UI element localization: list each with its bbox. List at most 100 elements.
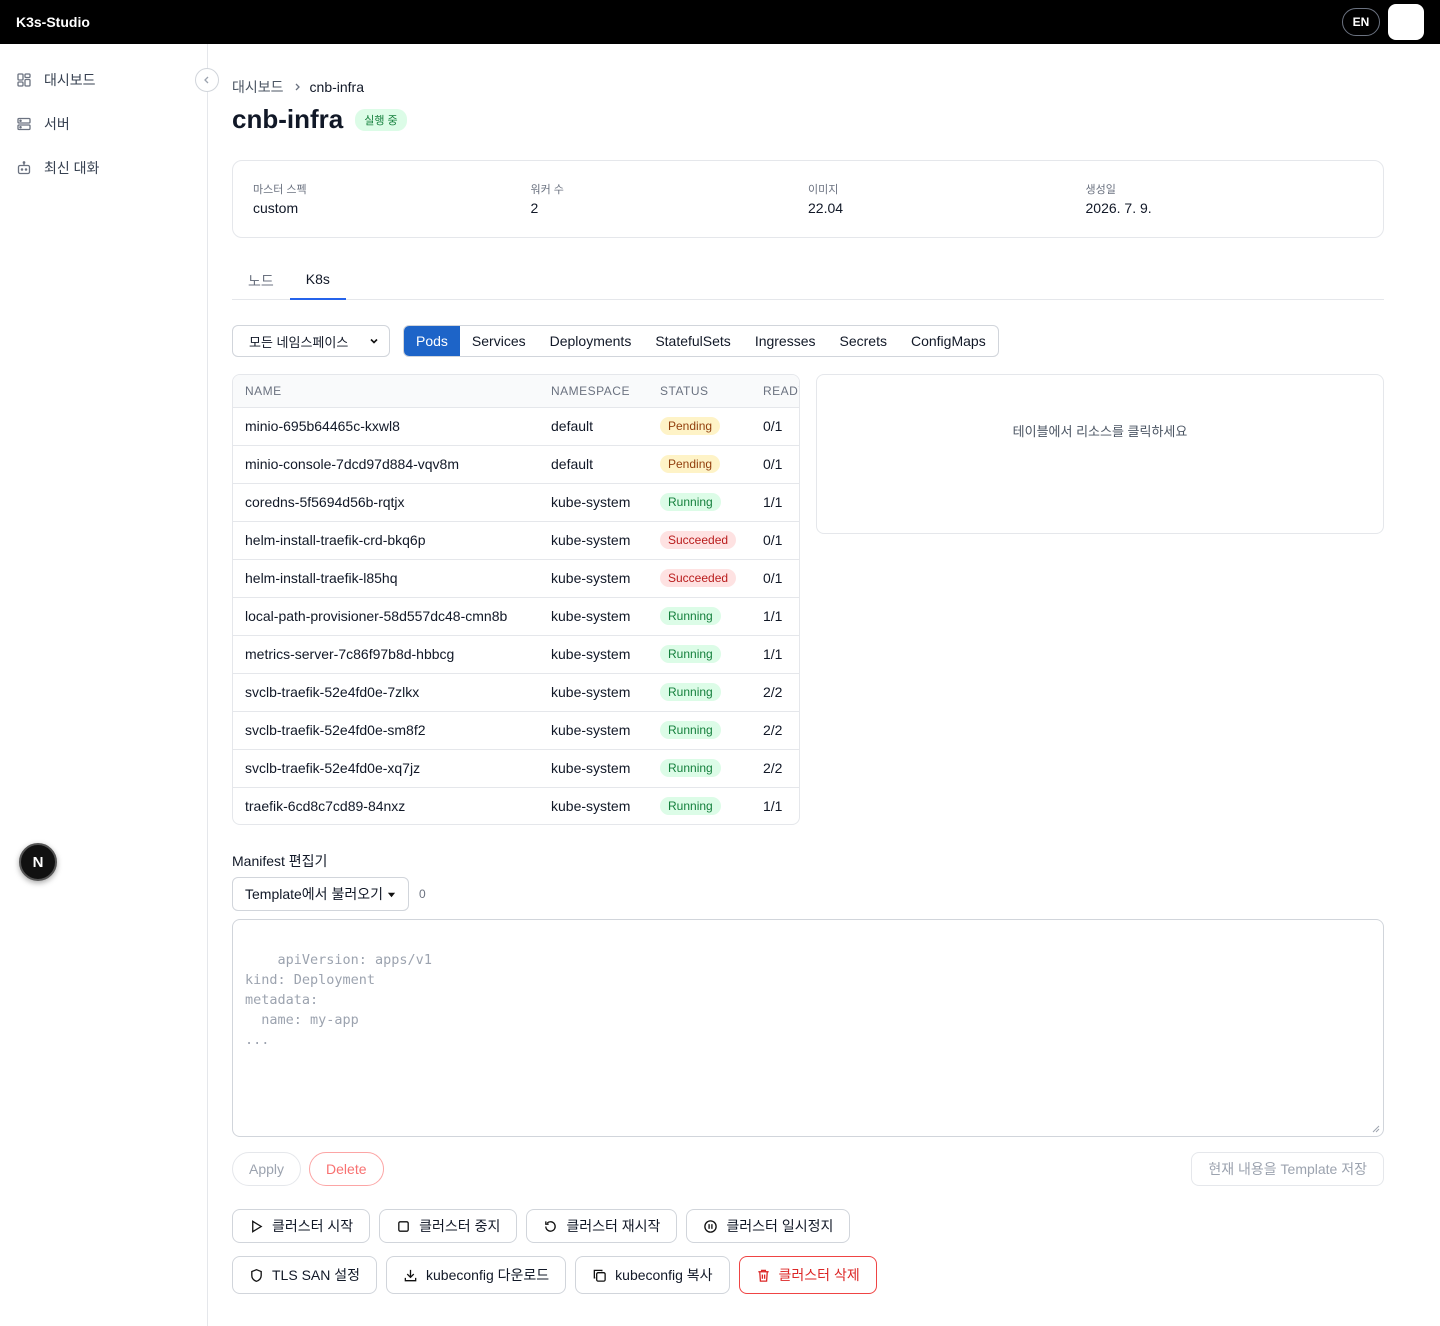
pod-status-cell: Running: [648, 710, 751, 749]
sidebar-item-server[interactable]: 서버: [0, 102, 207, 146]
pod-ready: 1/1: [751, 634, 799, 673]
resource-detail-panel: 테이블에서 리소스를 클릭하세요: [816, 374, 1384, 534]
status-badge: Running: [660, 645, 721, 663]
table-row[interactable]: traefik-6cd8c7cd89-84nxz kube-system Runni…: [233, 786, 799, 824]
breadcrumb: 대시보드 cnb-infra: [232, 77, 364, 97]
language-toggle-button[interactable]: EN: [1342, 8, 1380, 36]
dashboard-icon: [17, 73, 31, 87]
pod-status-cell: Pending: [648, 444, 751, 483]
pod-ready: 1/1: [751, 482, 799, 521]
copy-icon: [593, 1269, 606, 1282]
save-as-template-button[interactable]: 현재 내용을 Template 저장: [1191, 1152, 1384, 1186]
column-header-namespace[interactable]: NAMESPACE: [539, 375, 648, 407]
sidebar-item-label: 서버: [44, 116, 70, 132]
info-label: 마스터 스펙: [253, 184, 307, 196]
resource-tab-statefulsets[interactable]: StatefulSets: [643, 326, 743, 356]
column-header-ready[interactable]: READY: [751, 375, 799, 407]
chevron-left-icon: [204, 76, 209, 84]
table-row[interactable]: helm-install-traefik-l85hq kube-system Suc…: [233, 558, 799, 597]
load-template-label: Template에서 불러오기: [245, 886, 383, 902]
button-label: 클러스터 시작: [272, 1218, 354, 1234]
manifest-textarea[interactable]: apiVersion: apps/v1 kind: Deployment met…: [232, 919, 1384, 1137]
pods-table: NAME NAMESPACE STATUS READY minio-695b64…: [233, 375, 799, 824]
info-label: 워커 수: [530, 184, 564, 196]
cluster-stop-button[interactable]: 클러스터 중지: [379, 1209, 518, 1243]
column-header-name[interactable]: NAME: [233, 375, 539, 407]
cluster-restart-button[interactable]: 클러스터 재시작: [526, 1209, 678, 1243]
table-row[interactable]: svclb-traefik-52e4fd0e-7zlkx kube-system R…: [233, 672, 799, 711]
kubeconfig-copy-button[interactable]: kubeconfig 복사: [575, 1256, 730, 1294]
floating-n-badge[interactable]: N: [19, 843, 57, 881]
pod-ready: 0/1: [751, 444, 799, 483]
pod-status-cell: Running: [648, 482, 751, 521]
tab-nodes[interactable]: 노드: [232, 263, 290, 300]
table-row[interactable]: svclb-traefik-52e4fd0e-sm8f2 kube-system R…: [233, 710, 799, 749]
manifest-action-row: Apply Delete 현재 내용을 Template 저장: [232, 1152, 1384, 1186]
status-badge: Running: [660, 721, 721, 739]
pod-name: svclb-traefik-52e4fd0e-7zlkx: [233, 672, 539, 711]
detail-placeholder: 테이블에서 리소스를 클릭하세요: [1012, 424, 1188, 439]
cluster-delete-button[interactable]: 클러스터 삭제: [738, 1256, 877, 1294]
pod-status-cell: Running: [648, 596, 751, 635]
status-badge: Succeeded: [660, 531, 737, 549]
table-row[interactable]: metrics-server-7c86f97b8d-hbbcg kube-syst…: [233, 634, 799, 673]
table-row[interactable]: minio-695b64465c-kxwl8 default Pending 0/1: [233, 406, 799, 445]
pod-ready: 2/2: [751, 672, 799, 711]
apply-button[interactable]: Apply: [232, 1152, 302, 1186]
info-value: 2: [530, 200, 539, 216]
page-title: cnb-infra: [232, 104, 344, 134]
table-row[interactable]: coredns-5f5694d56b-rqtjx kube-system Runni…: [233, 482, 799, 521]
shield-icon: [251, 1268, 262, 1282]
pods-table-container[interactable]: NAME NAMESPACE STATUS READY minio-695b64…: [232, 374, 800, 825]
pod-namespace: kube-system: [539, 748, 648, 787]
button-label: TLS SAN 설정: [272, 1267, 361, 1283]
resource-tab-services[interactable]: Services: [460, 326, 538, 356]
table-row[interactable]: local-path-provisioner-58d557dc48-cmn8b k…: [233, 596, 799, 635]
pod-status-cell: Pending: [648, 406, 751, 445]
cluster-start-button[interactable]: 클러스터 시작: [232, 1209, 371, 1243]
pod-ready: 0/1: [751, 558, 799, 597]
sidebar-item-label: 대시보드: [44, 72, 96, 88]
restart-icon: [545, 1220, 557, 1232]
pod-ready: 2/2: [751, 748, 799, 787]
sidebar-collapse-button[interactable]: [195, 68, 219, 92]
column-header-status[interactable]: STATUS: [648, 375, 751, 407]
resource-tab-secrets[interactable]: Secrets: [828, 326, 899, 356]
resource-tab-deployments[interactable]: Deployments: [538, 326, 644, 356]
title-row: cnb-infra 실행 중: [232, 104, 407, 135]
button-label: kubeconfig 다운로드: [426, 1267, 550, 1283]
tls-san-button[interactable]: TLS SAN 설정: [232, 1256, 378, 1294]
cluster-control-row: 클러스터 시작 클러스터 중지 클러스터 재시작 클러스터 일시정지: [232, 1209, 851, 1243]
kubeconfig-download-button[interactable]: kubeconfig 다운로드: [386, 1256, 567, 1294]
breadcrumb-current: cnb-infra: [309, 79, 364, 95]
resource-tab-ingresses[interactable]: Ingresses: [743, 326, 828, 356]
pod-namespace: kube-system: [539, 710, 648, 749]
resource-tab-pods[interactable]: Pods: [404, 326, 460, 356]
info-label: 생성일: [1085, 184, 1116, 196]
pod-name: metrics-server-7c86f97b8d-hbbcg: [233, 634, 539, 673]
button-label: 클러스터 삭제: [778, 1267, 860, 1283]
sidebar-item-recent-chat[interactable]: 최신 대화: [0, 146, 207, 190]
table-row[interactable]: helm-install-traefik-crd-bkq6p kube-syste…: [233, 520, 799, 559]
info-value: 22.04: [808, 200, 844, 216]
pod-namespace: kube-system: [539, 558, 648, 597]
load-template-button[interactable]: Template에서 불러오기: [232, 877, 409, 911]
namespace-select[interactable]: 모든 네임스페이스: [232, 325, 390, 357]
resource-tabs: Pods Services Deployments StatefulSets I…: [403, 325, 999, 357]
delete-button[interactable]: Delete: [309, 1152, 384, 1186]
pods-table-body: minio-695b64465c-kxwl8 default Pending 0/1 m…: [233, 406, 799, 824]
user-menu-button[interactable]: [1388, 4, 1424, 40]
resize-handle-icon[interactable]: [1372, 1125, 1380, 1133]
top-bar: K3s-Studio EN: [0, 0, 1440, 44]
pod-name: local-path-provisioner-58d557dc48-cmn8b: [233, 596, 539, 635]
info-master-spec: 마스터 스펙 custom: [253, 181, 531, 237]
cluster-pause-button[interactable]: 클러스터 일시정지: [686, 1209, 851, 1243]
tab-k8s[interactable]: K8s: [289, 263, 346, 300]
breadcrumb-parent[interactable]: 대시보드: [232, 77, 284, 97]
pod-namespace: kube-system: [539, 634, 648, 673]
app-brand[interactable]: K3s-Studio: [16, 14, 90, 30]
resource-tab-configmaps[interactable]: ConfigMaps: [899, 326, 998, 356]
table-row[interactable]: minio-console-7dcd97d884-vqv8m default Pen…: [233, 444, 799, 483]
sidebar-item-dashboard[interactable]: 대시보드: [0, 58, 207, 102]
table-row[interactable]: svclb-traefik-52e4fd0e-xq7jz kube-system R…: [233, 748, 799, 787]
